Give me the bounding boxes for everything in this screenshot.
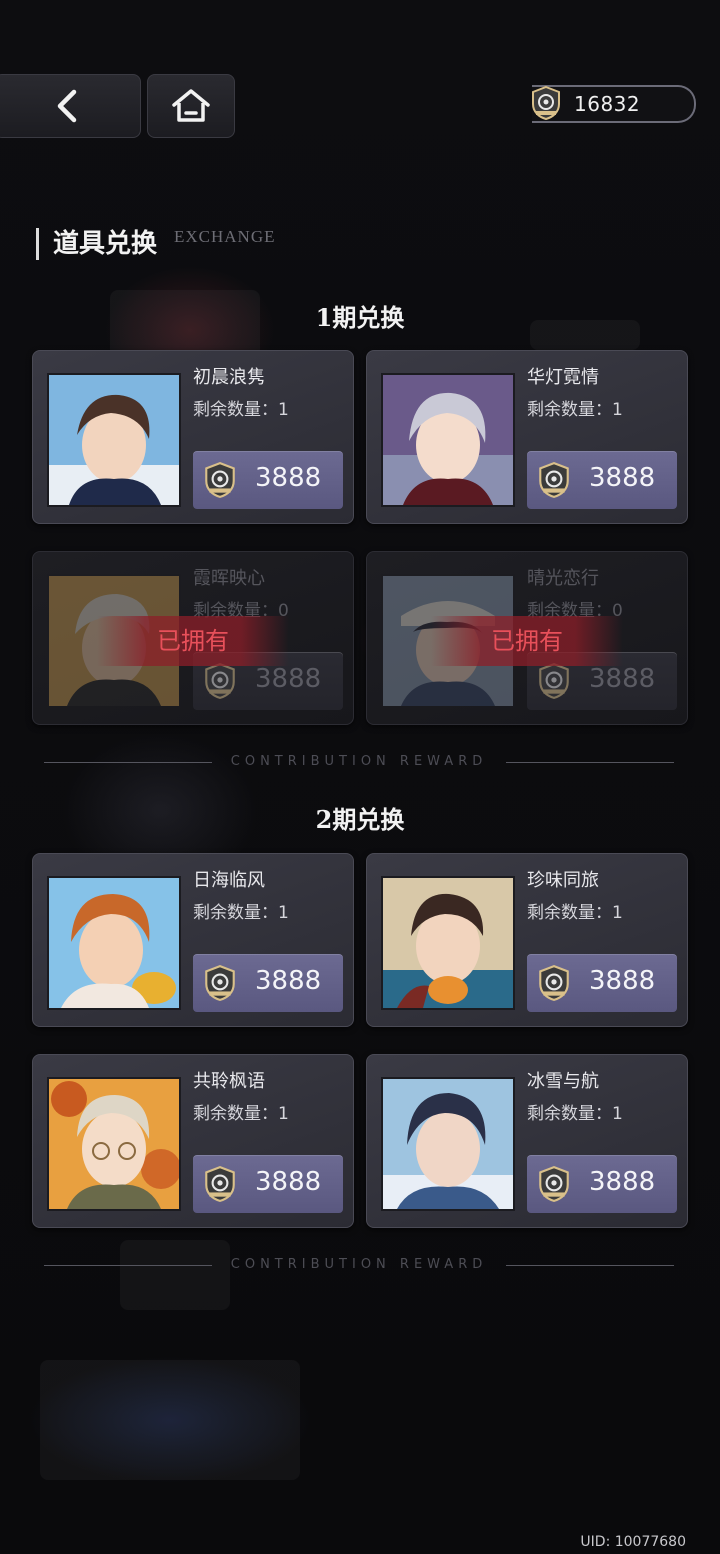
- exchange-card[interactable]: 华灯霓情 剩余数量：1 3888: [366, 350, 688, 524]
- emblem-badge-icon: [539, 1165, 569, 1202]
- exchange-price-button[interactable]: 3888: [193, 954, 343, 1012]
- price-value: 3888: [255, 966, 322, 996]
- owned-badge: 已拥有: [431, 616, 623, 666]
- emblem-badge-icon: [539, 662, 569, 699]
- character-portrait: [47, 373, 181, 507]
- character-portrait: [381, 876, 515, 1010]
- price-value: 3888: [589, 463, 656, 493]
- price-value: 3888: [255, 664, 322, 694]
- price-value: 3888: [255, 1167, 322, 1197]
- item-name: 珍味同旅: [527, 870, 599, 891]
- exchange-price-button[interactable]: 3888: [527, 1155, 677, 1213]
- remaining-count: 剩余数量：1: [527, 400, 623, 420]
- character-portrait: [381, 1077, 515, 1211]
- exchange-card[interactable]: 共聆枫语 剩余数量：1 3888: [32, 1054, 354, 1228]
- exchange-card[interactable]: 初晨浪隽 剩余数量：1 3888: [32, 350, 354, 524]
- emblem-badge-icon: [205, 964, 235, 1001]
- background-blur-shape: [40, 1360, 300, 1480]
- emblem-badge-icon: [205, 662, 235, 699]
- exchange-price-button[interactable]: 3888: [527, 954, 677, 1012]
- currency-value: 16832: [574, 92, 641, 116]
- character-portrait: [381, 373, 515, 507]
- price-value: 3888: [255, 463, 322, 493]
- item-name: 华灯霓情: [527, 367, 599, 388]
- item-name: 日海临风: [193, 870, 265, 891]
- currency-display: 16832: [532, 85, 696, 123]
- remaining-count: 剩余数量：1: [193, 400, 289, 420]
- item-name: 晴光恋行: [527, 568, 599, 589]
- item-name: 共聆枫语: [193, 1071, 265, 1092]
- exchange-card-owned: 晴光恋行 剩余数量：0 3888 已拥有: [366, 551, 688, 725]
- home-button[interactable]: [147, 74, 235, 138]
- divider-text: CONTRIBUTION REWARD: [230, 754, 488, 769]
- home-icon: [172, 89, 210, 122]
- emblem-badge-icon: [532, 85, 560, 121]
- section-subtitle: EXCHANGE: [174, 227, 276, 246]
- character-portrait: [47, 876, 181, 1010]
- remaining-count: 剩余数量：1: [193, 903, 289, 923]
- remaining-count: 剩余数量：1: [193, 1104, 289, 1124]
- exchange-price-button[interactable]: 3888: [193, 451, 343, 509]
- back-button[interactable]: [0, 74, 141, 138]
- exchange-card[interactable]: 日海临风 剩余数量：1 3888: [32, 853, 354, 1027]
- exchange-price-button[interactable]: 3888: [527, 451, 677, 509]
- price-value: 3888: [589, 1167, 656, 1197]
- divider-text: CONTRIBUTION REWARD: [230, 1257, 488, 1272]
- exchange-price-button[interactable]: 3888: [193, 1155, 343, 1213]
- section-title: 道具兑换: [36, 228, 157, 260]
- emblem-badge-icon: [205, 1165, 235, 1202]
- emblem-badge-icon: [539, 964, 569, 1001]
- chevron-left-icon: [57, 89, 76, 123]
- exchange-card[interactable]: 冰雪与航 剩余数量：1 3888: [366, 1054, 688, 1228]
- period-title: 1期兑换: [315, 303, 405, 332]
- period-title: 2期兑换: [315, 805, 405, 834]
- item-name: 初晨浪隽: [193, 367, 265, 388]
- remaining-count: 剩余数量：1: [527, 1104, 623, 1124]
- remaining-count: 剩余数量：1: [527, 903, 623, 923]
- exchange-card-owned: 霞晖映心 剩余数量：0 3888 已拥有: [32, 551, 354, 725]
- item-name: 霞晖映心: [193, 568, 265, 589]
- owned-badge: 已拥有: [97, 616, 289, 666]
- section-divider: CONTRIBUTION REWARD: [44, 753, 674, 773]
- exchange-card[interactable]: 珍味同旅 剩余数量：1 3888: [366, 853, 688, 1027]
- section-divider: CONTRIBUTION REWARD: [44, 1256, 674, 1276]
- emblem-badge-icon: [205, 461, 235, 498]
- price-value: 3888: [589, 966, 656, 996]
- emblem-badge-icon: [539, 461, 569, 498]
- price-value: 3888: [589, 664, 656, 694]
- character-portrait: [47, 1077, 181, 1211]
- user-id: UID: 10077680: [580, 1534, 686, 1550]
- item-name: 冰雪与航: [527, 1071, 599, 1092]
